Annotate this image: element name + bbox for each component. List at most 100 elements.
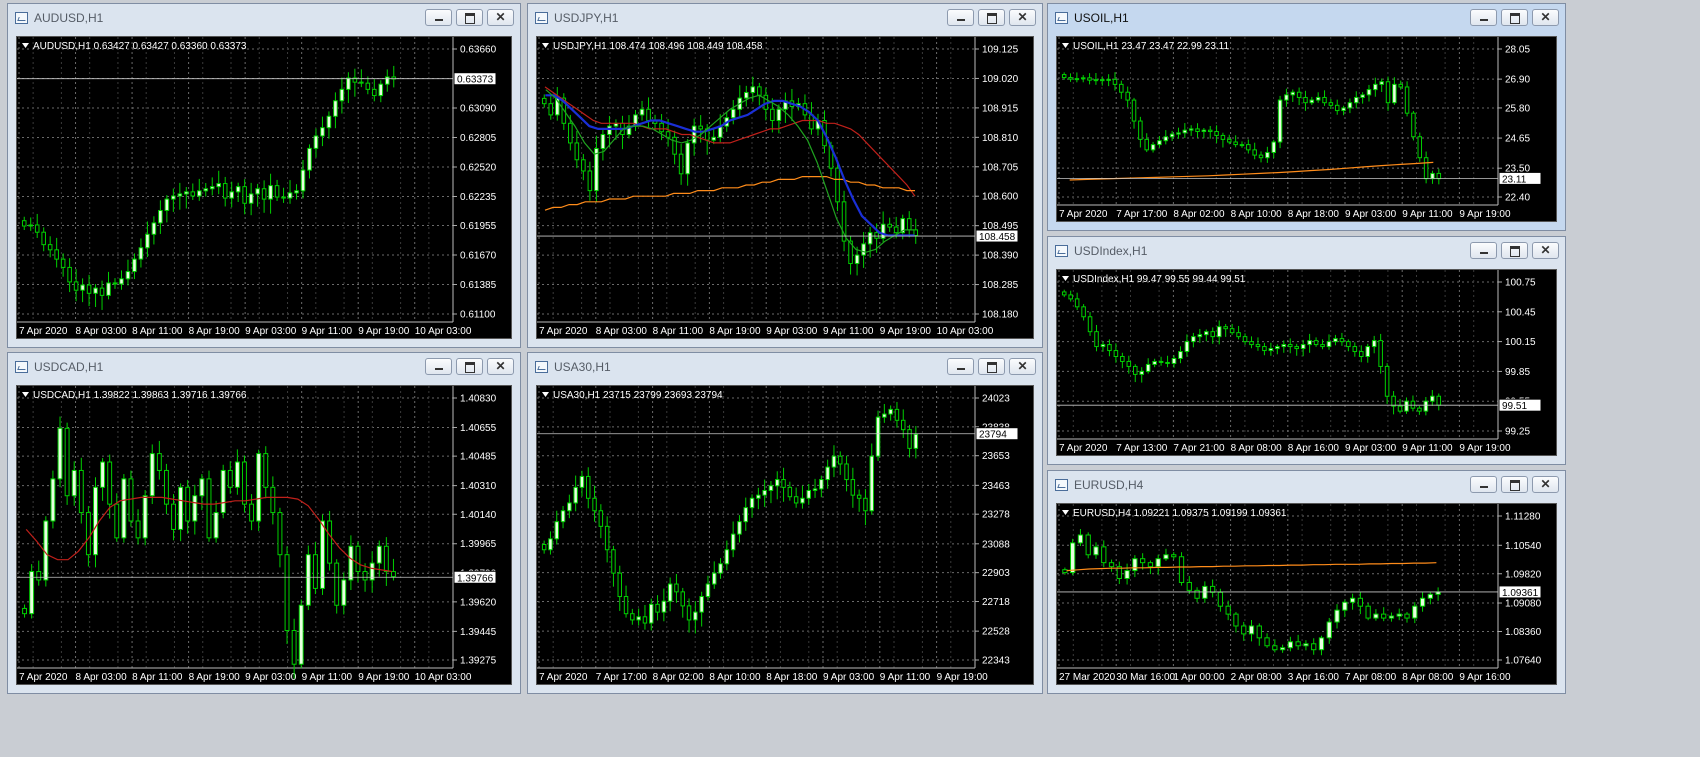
candle-body-bullish [248, 193, 254, 204]
candle-body-bearish [1087, 77, 1092, 81]
candle-body-bullish [1326, 341, 1332, 348]
x-tick-label: 9 Apr 19:00 [937, 672, 989, 683]
chart-window-usoil[interactable]: USOIL,H1 ✕ 28.05 26.90 25.80 24.65 23.50 22.40 7… [1047, 3, 1566, 231]
maximize-button[interactable] [1501, 476, 1528, 493]
candle-body-bearish [574, 142, 580, 161]
candle-body-bearish [548, 103, 554, 116]
candle-body-bullish [235, 186, 241, 193]
window-titlebar[interactable]: USDJPY,H1 ✕ [528, 4, 1042, 34]
candle-body-bullish [649, 603, 654, 624]
candle-body-bearish [901, 419, 906, 431]
candle-body-bearish [1229, 328, 1235, 334]
chart-area[interactable]: 2402323838236532346323278230882290322718… [536, 385, 1034, 685]
window-titlebar[interactable]: AUDUSD,H1 ✕ [8, 4, 520, 34]
minimize-button[interactable] [425, 358, 452, 375]
chart-window-usdindex[interactable]: USDIndex,H1✕100.75100.45100.1599.8599.55… [1047, 236, 1566, 465]
window-titlebar[interactable]: USDIndex,H1 ✕ [1048, 237, 1565, 267]
close-icon: ✕ [1540, 10, 1551, 24]
window-titlebar[interactable]: USDCAD,H1 ✕ [8, 353, 520, 383]
close-button[interactable]: ✕ [1532, 9, 1559, 26]
close-button[interactable]: ✕ [1009, 9, 1036, 26]
chart-area[interactable]: 1.11280 1.10540 1.09820 1.09080 1.08360 1.076… [1056, 503, 1557, 685]
candle-body-bullish [1271, 141, 1276, 153]
close-button[interactable]: ✕ [487, 358, 514, 375]
candle-body-bearish [54, 249, 59, 260]
candle-body-bearish [274, 185, 280, 198]
chart-window-icon [535, 361, 548, 373]
chart-window-usdcad[interactable]: USDCAD,H1 ✕ 1.40830 1.40655 1.40485 1.40310 1.… [7, 352, 521, 694]
y-tick-label: 24.65 [1505, 134, 1530, 145]
x-tick-label: 8 Apr 02:00 [653, 672, 705, 683]
maximize-button[interactable] [1501, 242, 1528, 259]
y-tick-label: 22343 [982, 656, 1010, 667]
price-chart: 1.40830 1.40655 1.40485 1.40310 1.40140 1.399… [17, 386, 497, 683]
candle-body-bullish [1201, 129, 1207, 133]
candle-body-bearish [1158, 360, 1164, 363]
maximize-button[interactable] [456, 358, 483, 375]
candle-body-bearish [1061, 291, 1067, 296]
close-button[interactable]: ✕ [1532, 476, 1559, 493]
candle-body-bullish [1419, 597, 1426, 607]
y-tick-label: 1.39620 [460, 597, 497, 608]
x-tick-label: 8 Apr 18:00 [1288, 209, 1340, 220]
candle-body-bullish [1216, 326, 1222, 338]
candle-body-bullish [1307, 340, 1312, 346]
close-button[interactable]: ✕ [487, 9, 514, 26]
close-icon: ✕ [495, 359, 506, 373]
candle-body-bearish [1365, 605, 1371, 619]
minimize-button[interactable] [1470, 9, 1497, 26]
candle-body-bearish [185, 486, 191, 522]
chart-area[interactable]: 0.636600.633750.630900.628050.625200.622… [16, 36, 512, 339]
chart-window-usa30[interactable]: USA30,H1✕2402323838236532346323278230882… [527, 352, 1043, 694]
candle-body-bullish [300, 169, 306, 192]
candle-body-bullish [867, 232, 873, 245]
candle-body-bearish [630, 613, 635, 621]
y-tick-label: 99.85 [1505, 367, 1530, 378]
y-tick-label: 1.40310 [460, 481, 497, 492]
chart-window-icon [535, 12, 548, 24]
candle-body-bullish [1287, 641, 1294, 649]
candle-body-bearish [1147, 562, 1154, 568]
chart-window-usdjpy[interactable]: USDJPY,H1 ✕ 109.125 109.020 108.915 108.810 10… [527, 3, 1043, 348]
close-button[interactable]: ✕ [1009, 358, 1036, 375]
y-tick-label: 23088 [982, 539, 1010, 550]
x-tick-label: 8 Apr 18:00 [766, 672, 818, 683]
candle-body-bullish [125, 271, 131, 280]
minimize-button[interactable] [947, 358, 974, 375]
maximize-button[interactable] [1501, 9, 1528, 26]
window-titlebar[interactable]: EURUSD,H4 ✕ [1048, 471, 1565, 501]
candle-body-bearish [1436, 172, 1442, 180]
chart-window-eurusd[interactable]: EURUSD,H4 ✕ 1.11280 1.10540 1.09820 1.09080 1.… [1047, 470, 1566, 694]
candle-body-bearish [793, 496, 799, 504]
window-titlebar[interactable]: USOIL,H1 ✕ [1048, 4, 1565, 34]
chart-area[interactable]: 100.75100.45100.1599.8599.5599.257 Apr 2… [1056, 269, 1557, 456]
maximize-button[interactable] [978, 358, 1005, 375]
chart-area[interactable]: 1.40830 1.40655 1.40485 1.40310 1.40140 1.399… [16, 385, 512, 685]
candle-body-bearish [1334, 104, 1340, 112]
candle-body-bullish [831, 455, 837, 468]
close-button[interactable]: ✕ [1532, 242, 1559, 259]
candle-body-bearish [78, 469, 84, 514]
x-tick-label: 9 Apr 19:00 [1459, 443, 1511, 454]
candle-body-bullish [1163, 136, 1169, 142]
maximize-button[interactable] [978, 9, 1005, 26]
chart-window-audusd[interactable]: AUDUSD,H1✕0.636600.633750.630900.628050.… [7, 3, 521, 348]
candle-body-bearish [541, 97, 547, 105]
maximize-button[interactable] [456, 9, 483, 26]
candle-body-bearish [156, 453, 162, 471]
minimize-button[interactable] [1470, 242, 1497, 259]
chart-area[interactable]: 28.05 26.90 25.80 24.65 23.50 22.40 7 Apr 2020… [1056, 36, 1557, 222]
candle-body-bullish [1388, 615, 1395, 619]
minimize-button[interactable] [1470, 476, 1497, 493]
candle-body-bullish [1093, 79, 1099, 82]
minimize-button[interactable] [947, 9, 974, 26]
candle-body-bullish [1157, 140, 1162, 146]
window-titlebar[interactable]: USA30,H1 ✕ [528, 353, 1042, 383]
candle-body-bearish [1256, 625, 1262, 639]
candle-body-bearish [1252, 149, 1257, 156]
candle-body-bearish [674, 583, 679, 593]
x-tick-label: 7 Apr 2020 [539, 326, 588, 337]
candle-body-bullish [203, 188, 209, 192]
chart-area[interactable]: 109.125 109.020 108.915 108.810 108.705 108.6… [536, 36, 1034, 339]
minimize-button[interactable] [425, 9, 452, 26]
